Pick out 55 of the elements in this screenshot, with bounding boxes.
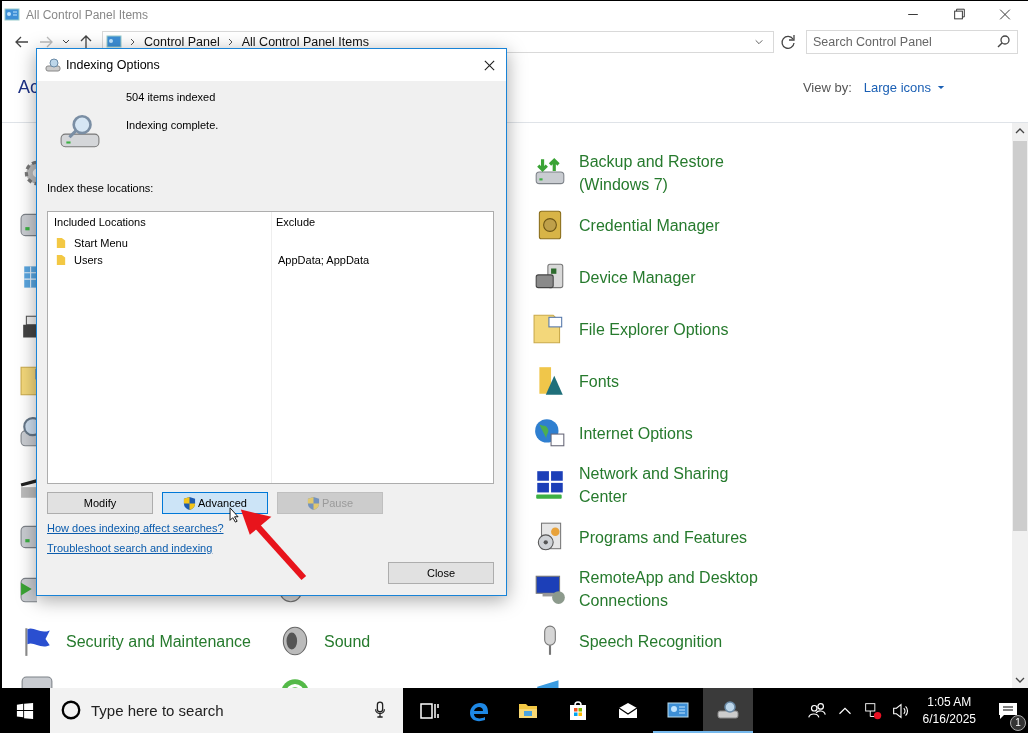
control-panel-icon — [106, 34, 122, 50]
indexing-status: Indexing complete. — [126, 119, 219, 131]
dialog-button[interactable]: Advanced — [162, 492, 268, 514]
control-panel-link[interactable]: RemoteApp and Desktop Connections — [579, 566, 769, 612]
folder-icon — [20, 364, 37, 398]
cortana-icon — [60, 699, 82, 721]
taskbar-clock[interactable]: 1:05 AM 6/16/2025 — [914, 693, 988, 728]
dialog-title: Indexing Options — [66, 58, 160, 72]
control-panel-link[interactable]: Internet Options — [579, 421, 693, 445]
breadcrumb-item[interactable]: All Control Panel Items — [241, 35, 369, 49]
search-field[interactable]: Search Control Panel — [806, 30, 1018, 54]
windows-logo-icon — [16, 701, 34, 720]
control-panel-link[interactable]: Credential Manager — [579, 213, 720, 237]
mouse-cursor-icon — [229, 507, 240, 523]
close-icon[interactable] — [483, 58, 496, 72]
control-panel-link[interactable]: Speech Recognition — [579, 629, 723, 653]
close-button[interactable]: Close — [388, 562, 494, 584]
control-panel-link[interactable]: Programs and Features — [579, 525, 748, 549]
column-header[interactable]: Exclude — [276, 216, 493, 234]
items-count: 504 items indexed — [126, 91, 217, 103]
excluded-folders: AppData; AppData — [278, 253, 370, 266]
shield-icon — [306, 495, 320, 511]
shield-icon — [183, 495, 197, 511]
control-panel-link[interactable]: Sound — [324, 629, 371, 653]
control-panel-link[interactable]: Security and Maintenance — [66, 629, 251, 653]
caret-icon — [937, 84, 945, 90]
view-by-dropdown[interactable]: Large icons — [863, 79, 945, 95]
folder-icon — [56, 236, 66, 249]
clock-time: 1:05 AM — [927, 693, 972, 711]
control-panel-link[interactable]: Device Manager — [579, 265, 696, 289]
taskbar-search-field[interactable]: Type here to search — [50, 688, 403, 733]
folder-icon — [56, 253, 66, 266]
control-panel-link[interactable]: Backup and Restore (Windows 7) — [579, 150, 769, 196]
location-name[interactable]: Start Menu — [74, 236, 128, 249]
search-drive-icon — [45, 57, 61, 73]
taskbar-button[interactable] — [703, 688, 753, 733]
control-panel-link[interactable]: File Explorer Options — [579, 317, 729, 341]
clock-date: 6/16/2025 — [922, 710, 976, 728]
help-link[interactable]: How does indexing affect searches? — [47, 522, 224, 534]
help-link[interactable]: Troubleshoot search and indexing — [47, 542, 213, 554]
notification-badge: 1 — [1010, 714, 1026, 731]
dialog-button[interactable]: Modify — [47, 492, 153, 514]
control-panel-link[interactable]: Fonts — [579, 369, 619, 393]
control-panel-link[interactable]: Network and Sharing Center — [579, 462, 769, 508]
microphone-icon[interactable] — [373, 700, 387, 720]
view-by-label: View by: — [802, 79, 852, 95]
locations-label: Index these locations: — [47, 182, 155, 194]
control-panel-icon — [4, 6, 20, 23]
breadcrumb-item[interactable]: Control Panel — [144, 35, 220, 49]
column-header[interactable]: Included Locations — [54, 216, 271, 234]
search-icon — [996, 34, 1012, 50]
window-title: All Control Panel Items — [26, 7, 149, 22]
pointer-arrow — [240, 509, 307, 581]
location-name[interactable]: Users — [74, 253, 103, 266]
scroll-thumb[interactable] — [1013, 141, 1027, 531]
